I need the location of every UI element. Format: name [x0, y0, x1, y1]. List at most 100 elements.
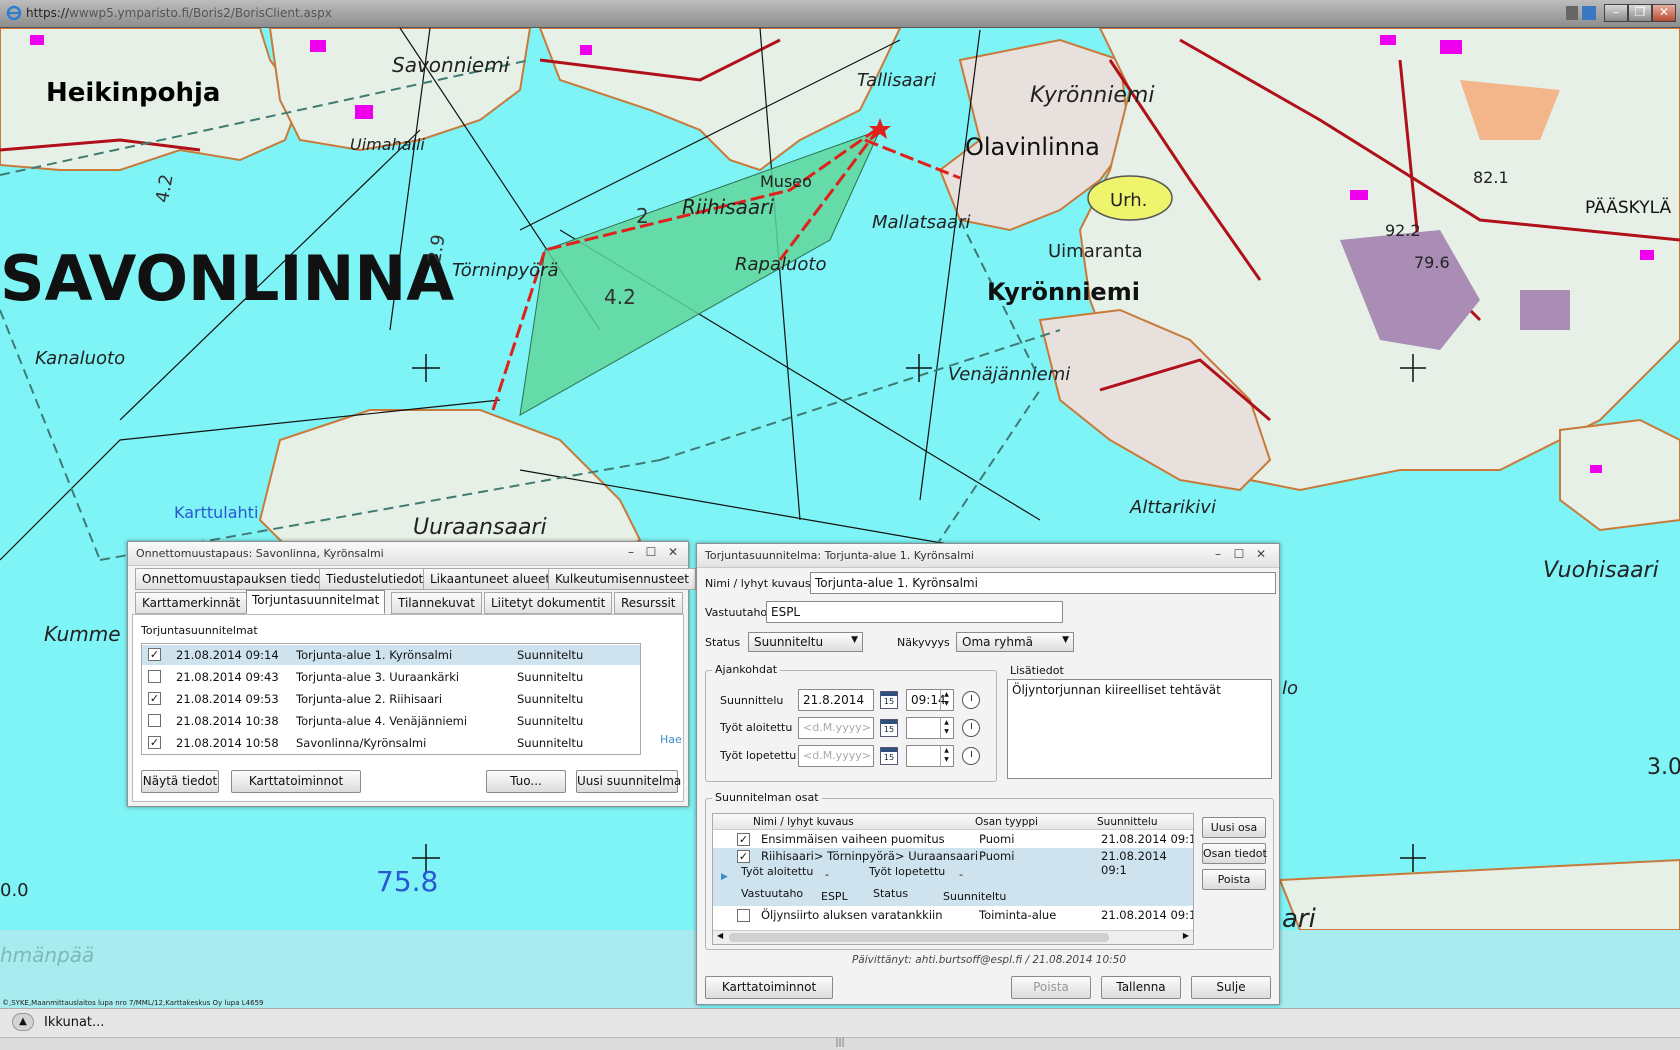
plan-minimize-button[interactable]: – [1209, 547, 1227, 563]
clock-icon[interactable] [962, 691, 980, 709]
calendar-icon[interactable]: 15 [880, 747, 898, 765]
plan-row-3[interactable]: ✓ 21.08.2014 09:53 Torjunta-alue 2. Riih… [142, 689, 640, 709]
parts-group-label: Suunnitelman osat [712, 791, 822, 804]
part-row-2-expanded[interactable]: ✓ Riihisaari> Törninpyörä> Uuraansaari P… [713, 848, 1193, 906]
map-actions-button[interactable]: Karttatoiminnot [231, 770, 361, 793]
import-button[interactable]: Tuo... [486, 770, 566, 793]
new-plan-button[interactable]: Uusi suunnitelma [576, 770, 681, 793]
tab-map-markings[interactable]: Karttamerkinnät [135, 592, 248, 614]
plan-date: 21.08.2014 10:38 [176, 714, 279, 728]
map-label-museo: Museo [760, 172, 812, 191]
tab-situation-pictures[interactable]: Tilannekuvat [391, 592, 482, 614]
part-type: Toiminta-alue [979, 908, 1057, 922]
plan-status: Suunniteltu [517, 648, 584, 662]
incident-close-button[interactable]: ✕ [664, 545, 682, 561]
time-spinner[interactable]: ▲ ▼ [940, 746, 952, 766]
col-planned[interactable]: Suunnittelu [1097, 816, 1157, 828]
expand-arrow-icon[interactable]: ▶ [721, 872, 728, 882]
delete-plan-button[interactable]: Poista [1011, 976, 1091, 999]
plan-row-1[interactable]: ✓ 21.08.2014 09:14 Torjunta-alue 1. Kyrö… [142, 645, 640, 665]
part-info-button[interactable]: Osan tiedot [1202, 843, 1267, 864]
tab-attached-documents[interactable]: Liitetyt dokumentit [484, 592, 613, 614]
clock-icon[interactable] [962, 747, 980, 765]
plan-maximize-button[interactable]: ☐ [1230, 547, 1248, 563]
parts-hscrollbar[interactable]: ◀ ▶ [713, 930, 1193, 944]
calendar-icon[interactable]: 15 [880, 719, 898, 737]
status-select[interactable]: Suunniteltu ▼ [748, 632, 863, 652]
incident-minimize-button[interactable]: – [622, 545, 640, 561]
plan-row-2[interactable]: 21.08.2014 09:43 Torjunta-alue 3. Uuraan… [142, 667, 640, 687]
part-checkbox[interactable]: ✓ [737, 850, 750, 863]
plan-row-5[interactable]: ✓ 21.08.2014 10:58 Savonlinna/Kyrönsalmi… [142, 733, 640, 753]
plan-status: Suunniteltu [517, 670, 584, 684]
chevron-down-icon: ▼ [1062, 635, 1069, 645]
clock-icon[interactable] [962, 719, 980, 737]
plan-row-checkbox[interactable]: ✓ [148, 692, 161, 705]
calendar-icon[interactable]: 15 [880, 691, 898, 709]
plan-row-4[interactable]: 21.08.2014 10:38 Torjunta-alue 4. Venäjä… [142, 711, 640, 731]
incident-maximize-button[interactable]: ☐ [642, 545, 660, 561]
end-date-field[interactable]: <d.M.yyyy> [798, 745, 874, 767]
tab-response-plans[interactable]: Torjuntasuunnitelmat [246, 590, 386, 614]
incident-dialog: Onnettomuustapaus: Savonlinna, Kyrönsalm… [127, 541, 696, 807]
scroll-left-icon[interactable]: ◀ [717, 931, 723, 940]
tab-incident-info[interactable]: Onnettomuustapauksen tiedot [135, 568, 333, 590]
map-label-3-0: 3.0 [1647, 755, 1680, 780]
map-label-karttulahti: Karttulahti [174, 503, 258, 522]
map-label-alttarikivi: Alttarikivi [1129, 497, 1216, 518]
planned-date-field[interactable]: 21.8.2014 [798, 689, 874, 711]
plan-map-actions-button[interactable]: Karttatoiminnot [705, 976, 833, 999]
tab-resources[interactable]: Resurssit [614, 592, 683, 614]
col-type[interactable]: Osan tyyppi [975, 816, 1038, 828]
scroll-grip[interactable]: ||| [835, 1038, 844, 1048]
map-label-savonlinna: SAVONLINNA [0, 242, 454, 315]
scroll-thumb[interactable] [729, 933, 1109, 942]
scroll-right-icon[interactable]: ▶ [1183, 931, 1189, 940]
col-name[interactable]: Nimi / lyhyt kuvaus [753, 816, 854, 828]
part-date: 21.08.2014 09:1 [1101, 849, 1167, 877]
plan-row-checkbox[interactable] [148, 714, 161, 727]
save-button[interactable]: Tallenna [1101, 976, 1181, 999]
visibility-select-value: Oma ryhmä [962, 635, 1033, 649]
times-group: Ajankohdat Suunnittelu 21.8.2014 15 09:1… [705, 663, 997, 782]
plan-row-checkbox[interactable] [148, 670, 161, 683]
water-south [0, 930, 700, 1008]
windows-taskbar: ▲ Ikkunat... ||| [0, 1008, 1680, 1050]
minimize-button[interactable]: – [1604, 4, 1628, 22]
map-label-75-8: 75.8 [376, 865, 438, 898]
new-part-button[interactable]: Uusi osa [1202, 817, 1266, 838]
show-details-button[interactable]: Näytä tiedot [141, 770, 219, 793]
close-button[interactable]: Sulje [1191, 976, 1271, 999]
search-link[interactable]: Hae [660, 733, 682, 746]
windows-menu-label[interactable]: Ikkunat... [44, 1015, 104, 1030]
map-label-torninpyora: Törninpyörä [452, 260, 559, 281]
restore-button[interactable]: ❐ [1628, 4, 1652, 22]
chevron-up-icon[interactable]: ▲ [12, 1013, 34, 1031]
time-spinner[interactable]: ▲ ▼ [940, 690, 952, 710]
part-type: Puomi [979, 832, 1015, 846]
extra-info-field[interactable]: Öljyntorjunnan kiireelliset tehtävät [1007, 679, 1272, 779]
name-field[interactable]: Torjunta-alue 1. Kyrönsalmi [810, 572, 1276, 594]
plan-close-button[interactable]: ✕ [1252, 547, 1270, 563]
compat-icon [1582, 6, 1596, 20]
url-text[interactable]: https://wwwp5.ymparisto.fi/Boris2/BorisC… [26, 6, 332, 20]
tab-polluted-areas[interactable]: Likaantuneet alueet [423, 568, 558, 590]
part-row-3[interactable]: Öljynsiirto aluksen varatankkiin Toimint… [713, 907, 1193, 927]
visibility-select[interactable]: Oma ryhmä ▼ [956, 632, 1074, 652]
lock-icon [1566, 6, 1578, 20]
delete-part-button[interactable]: Poista [1202, 869, 1266, 890]
responsible-field[interactable]: ESPL [766, 601, 1063, 623]
updated-info: Päivittänyt: ahti.burtsoff@espl.fi / 21.… [851, 954, 1127, 966]
tab-drift-forecasts[interactable]: Kulkeutumisennusteet [548, 568, 696, 590]
map-label-0-0: 0.0 [0, 880, 29, 901]
plan-row-checkbox[interactable]: ✓ [148, 736, 161, 749]
time-spinner[interactable]: ▲ ▼ [940, 718, 952, 738]
part-checkbox[interactable] [737, 909, 750, 922]
tab-intelligence[interactable]: Tiedustelutiedot [319, 568, 431, 590]
close-window-button[interactable]: ✕ [1652, 4, 1676, 22]
map-label-venajanniemi: Venäjänniemi [948, 364, 1070, 385]
part-checkbox[interactable]: ✓ [737, 833, 750, 846]
plan-row-checkbox[interactable]: ✓ [148, 648, 161, 661]
bottom-scrollbar[interactable]: ||| [0, 1037, 1680, 1050]
start-date-field[interactable]: <d.M.yyyy> [798, 717, 874, 739]
